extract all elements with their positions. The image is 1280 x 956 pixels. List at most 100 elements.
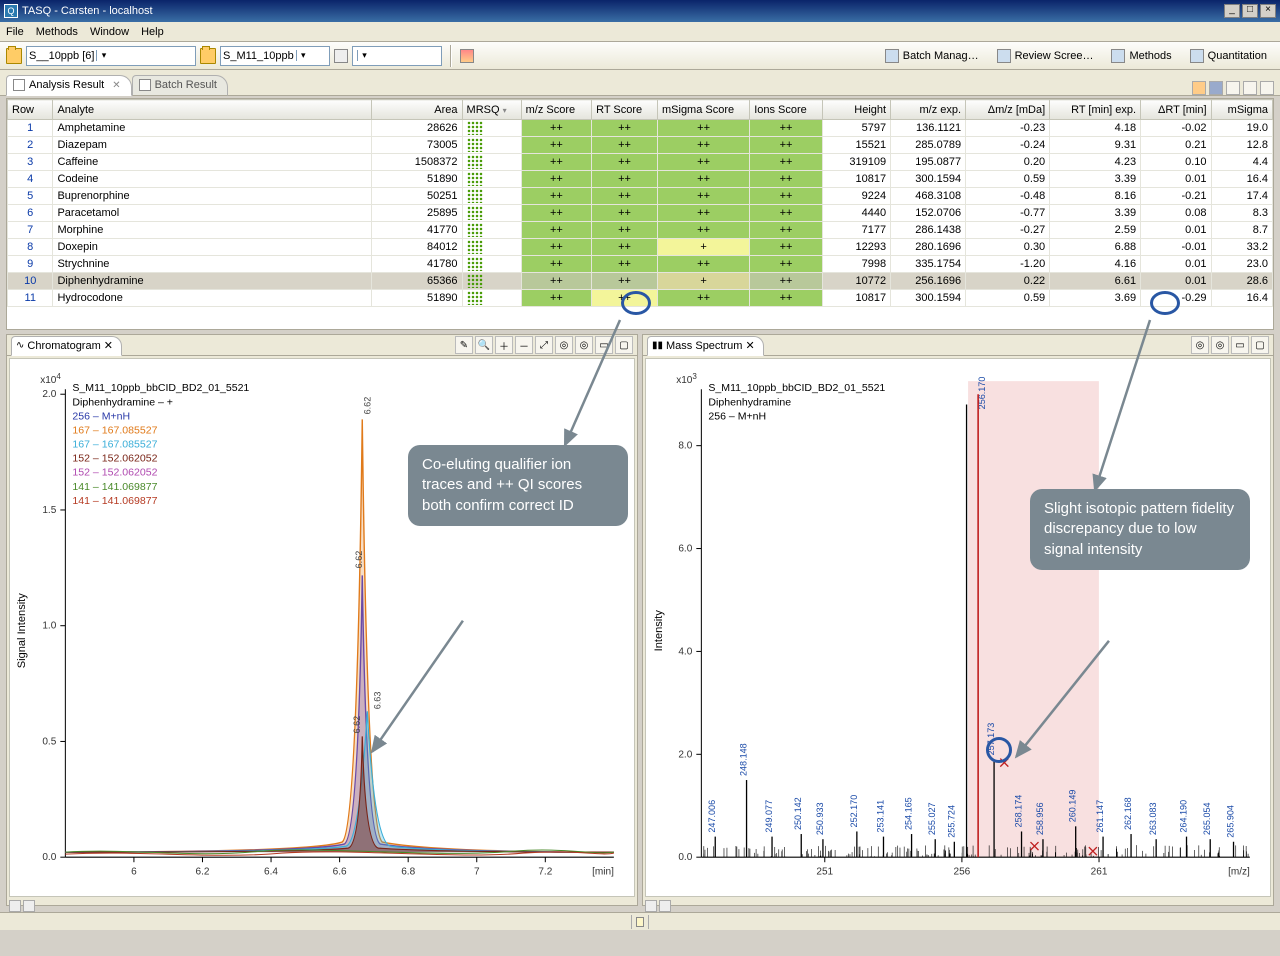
bars-icon: ▮▮ — [652, 340, 663, 351]
table-row[interactable]: 4Codeine51890++++++++10817300.15940.593.… — [8, 171, 1273, 188]
columns-icon[interactable] — [1226, 81, 1240, 95]
table-row[interactable]: 10Diphenhydramine65366+++++++10772256.16… — [8, 273, 1273, 290]
menu-help[interactable]: Help — [141, 26, 164, 38]
folder-icon[interactable] — [6, 48, 22, 64]
ms-footer — [643, 899, 1273, 913]
quantitation-button[interactable]: Quantitation — [1183, 46, 1274, 66]
max-panel-icon[interactable]: ▢ — [1251, 336, 1269, 354]
svg-text:8.0: 8.0 — [678, 441, 692, 452]
column-header-drt[interactable]: ΔRT [min] — [1141, 100, 1211, 120]
zoom-fit-icon[interactable]: ⤢ — [535, 336, 553, 354]
table-row[interactable]: 9Strychnine41780++++++++7998335.1754-1.2… — [8, 256, 1273, 273]
mass-spectrum-plot[interactable]: 0.02.04.06.08.0 251256261 Intensity x103… — [645, 358, 1271, 897]
table-row[interactable]: 5Buprenorphine50251++++++++9224468.3108-… — [8, 188, 1273, 205]
svg-text:262.168: 262.168 — [1123, 797, 1133, 830]
column-header-rtscore[interactable]: RT Score — [592, 100, 658, 120]
pan-y-icon[interactable] — [23, 900, 35, 912]
combo-extra[interactable]: ▾ — [352, 46, 442, 66]
combo-run[interactable]: S_M11_10ppb ▾ — [220, 46, 330, 66]
max-view-icon[interactable] — [1260, 81, 1274, 95]
svg-text:x104: x104 — [40, 372, 61, 386]
column-header-msigma[interactable]: mSigma — [1211, 100, 1272, 120]
close-button[interactable]: × — [1260, 4, 1276, 18]
tab-chromatogram[interactable]: ∿ Chromatogram ✕ — [11, 336, 122, 356]
svg-text:250.142: 250.142 — [793, 797, 803, 830]
column-header-ionsscore[interactable]: Ions Score — [750, 100, 823, 120]
tab-batch-result[interactable]: Batch Result — [132, 75, 228, 96]
menu-file[interactable]: File — [6, 26, 24, 38]
min-panel-icon[interactable]: ▭ — [1231, 336, 1249, 354]
svg-text:6.62: 6.62 — [354, 551, 364, 569]
window-titlebar: Q TASQ - Carsten - localhost _ □ × — [0, 0, 1280, 22]
column-header-mzexp[interactable]: m/z exp. — [891, 100, 966, 120]
svg-text:6.2: 6.2 — [195, 866, 209, 877]
svg-text:6.8: 6.8 — [401, 866, 415, 877]
table-row[interactable]: 6Paracetamol25895++++++++4440152.0706-0.… — [8, 205, 1273, 222]
refresh-icon[interactable] — [1192, 81, 1206, 95]
table-row[interactable]: 3Caffeine1508372++++++++319109195.08770.… — [8, 154, 1273, 171]
chevron-down-icon: ▾ — [96, 50, 110, 61]
column-header-dmz[interactable]: Δm/z [mDa] — [966, 100, 1050, 120]
max-button[interactable]: □ — [1242, 4, 1258, 18]
chromatogram-plot[interactable]: 0.00.51.01.52.0 66.26.46.66.877.2 Signal… — [9, 358, 635, 897]
max-panel-icon[interactable]: ▢ — [615, 336, 633, 354]
table-row[interactable]: 2Diazepam73005++++++++15521285.0789-0.24… — [8, 137, 1273, 154]
process-icon[interactable] — [460, 49, 474, 63]
methods-icon — [1111, 49, 1125, 63]
target-left-icon[interactable]: ◎ — [1191, 336, 1209, 354]
folder-icon[interactable] — [200, 48, 216, 64]
column-header-row[interactable]: Row — [8, 100, 53, 120]
column-header-mzscore[interactable]: m/z Score — [521, 100, 591, 120]
tab-mass-spectrum[interactable]: ▮▮ Mass Spectrum ✕ — [647, 336, 764, 356]
svg-text:1.5: 1.5 — [42, 505, 56, 516]
svg-text:7.2: 7.2 — [538, 866, 552, 877]
svg-text:6.4: 6.4 — [264, 866, 278, 877]
target-left-icon[interactable]: ◎ — [555, 336, 573, 354]
column-header-height[interactable]: Height — [822, 100, 890, 120]
column-header-analyte[interactable]: Analyte — [53, 100, 371, 120]
gear-icon[interactable] — [1209, 81, 1223, 95]
tool-wand-icon[interactable]: ✎ — [455, 336, 473, 354]
min-view-icon[interactable] — [1243, 81, 1257, 95]
zoom-icon[interactable]: 🔍 — [475, 336, 493, 354]
batch-manage-button[interactable]: Batch Manag… — [878, 46, 986, 66]
tab-analysis-result[interactable]: Analysis Result ✕ — [6, 75, 132, 96]
link-icon[interactable] — [334, 49, 348, 63]
batch-icon — [885, 49, 899, 63]
target-right-icon[interactable]: ◎ — [575, 336, 593, 354]
table-row[interactable]: 8Doxepin84012+++++++12293280.16960.306.8… — [8, 239, 1273, 256]
column-header-area[interactable]: Area — [371, 100, 462, 120]
svg-text:S_M11_10ppb_bbCID_BD2_01_5521: S_M11_10ppb_bbCID_BD2_01_5521 — [708, 382, 885, 394]
svg-text:[m/z]: [m/z] — [1228, 866, 1250, 877]
min-panel-icon[interactable]: ▭ — [595, 336, 613, 354]
pan-x-icon[interactable] — [645, 900, 657, 912]
svg-text:250.933: 250.933 — [815, 802, 825, 835]
menu-methods[interactable]: Methods — [36, 26, 78, 38]
pan-x-icon[interactable] — [9, 900, 21, 912]
svg-text:6: 6 — [131, 866, 137, 877]
target-right-icon[interactable]: ◎ — [1211, 336, 1229, 354]
pan-y-icon[interactable] — [659, 900, 671, 912]
close-icon[interactable]: ✕ — [745, 339, 754, 352]
table-row[interactable]: 7Morphine41770++++++++7177286.1438-0.272… — [8, 222, 1273, 239]
combo-sample[interactable]: S__10ppb [6] ▾ — [26, 46, 196, 66]
zoom-in-icon[interactable]: ＋ — [495, 336, 513, 354]
min-button[interactable]: _ — [1224, 4, 1240, 18]
svg-text:Diphenhydramine – +: Diphenhydramine – + — [72, 396, 173, 408]
column-header-mrsq[interactable]: MRSQ ▾ — [462, 100, 521, 120]
zoom-out-icon[interactable]: － — [515, 336, 533, 354]
methods-button[interactable]: Methods — [1104, 46, 1178, 66]
status-widget[interactable] — [636, 917, 644, 927]
svg-text:2.0: 2.0 — [42, 389, 56, 400]
table-row[interactable]: 1Amphetamine28626++++++++5797136.1121-0.… — [8, 120, 1273, 137]
menu-window[interactable]: Window — [90, 26, 129, 38]
review-screen-button[interactable]: Review Scree… — [990, 46, 1101, 66]
column-header-msigmascore[interactable]: mSigma Score — [658, 100, 750, 120]
column-header-rtexp[interactable]: RT [min] exp. — [1050, 100, 1141, 120]
close-icon[interactable]: ✕ — [104, 339, 113, 352]
quant-icon — [1190, 49, 1204, 63]
svg-text:249.077: 249.077 — [764, 800, 774, 833]
svg-text:248.148: 248.148 — [739, 743, 749, 776]
svg-text:6.62: 6.62 — [352, 716, 362, 734]
close-icon[interactable]: ✕ — [112, 80, 120, 91]
